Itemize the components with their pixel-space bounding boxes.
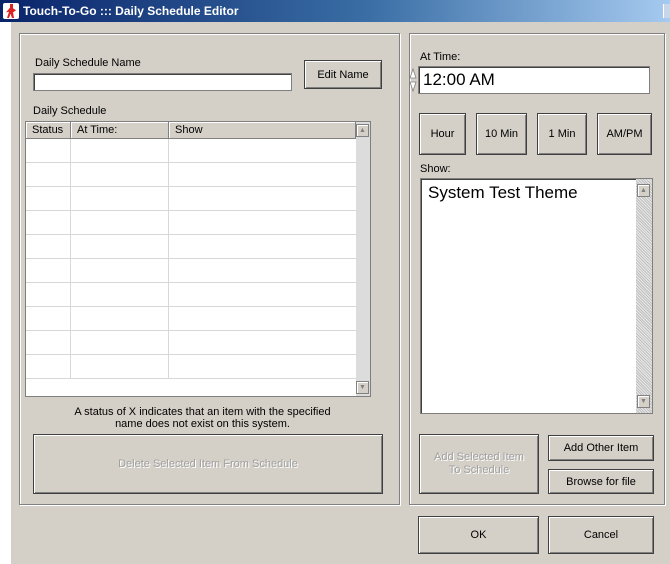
cell-status xyxy=(26,259,71,283)
cell-status xyxy=(26,331,71,355)
add-selected-item-button[interactable]: Add Selected Item To Schedule xyxy=(419,434,539,494)
cell-show xyxy=(169,259,356,283)
add-selected-line2: To Schedule xyxy=(448,464,510,476)
cell-status xyxy=(26,163,71,187)
cell-show xyxy=(169,331,356,355)
table-row[interactable] xyxy=(26,259,356,283)
hour-button[interactable]: Hour xyxy=(419,113,466,155)
add-other-item-button[interactable]: Add Other Item xyxy=(548,435,654,461)
cell-time xyxy=(71,235,169,259)
spin-arrows-icon[interactable] xyxy=(409,66,417,94)
table-row[interactable] xyxy=(26,139,356,163)
schedule-name-label: Daily Schedule Name xyxy=(35,57,141,69)
cell-status xyxy=(26,187,71,211)
cell-status xyxy=(26,139,71,163)
close-button[interactable] xyxy=(663,4,670,18)
status-note-line2: name does not exist on this system. xyxy=(115,418,290,430)
status-note-line1: A status of X indicates that an item wit… xyxy=(74,406,331,418)
cell-time xyxy=(71,331,169,355)
cell-status xyxy=(26,307,71,331)
cell-show xyxy=(169,307,356,331)
cancel-button[interactable]: Cancel xyxy=(548,516,654,554)
scroll-up-arrow-icon[interactable]: ▲ xyxy=(637,184,650,197)
table-row[interactable] xyxy=(26,283,356,307)
schedule-name-input[interactable] xyxy=(33,73,292,91)
one-min-button[interactable]: 1 Min xyxy=(537,113,587,155)
table-row[interactable] xyxy=(26,163,356,187)
cell-time xyxy=(71,187,169,211)
column-show[interactable]: Show xyxy=(169,122,356,138)
ok-button[interactable]: OK xyxy=(418,516,539,554)
ampm-button[interactable]: AM/PM xyxy=(597,113,652,155)
cell-status xyxy=(26,355,71,379)
column-status[interactable]: Status xyxy=(26,122,71,138)
cell-time xyxy=(71,283,169,307)
touch-to-go-figure-icon xyxy=(3,3,19,19)
cell-show xyxy=(169,283,356,307)
cell-show xyxy=(169,211,356,235)
table-row[interactable] xyxy=(26,307,356,331)
edit-name-button[interactable]: Edit Name xyxy=(304,60,382,89)
cell-time xyxy=(71,259,169,283)
delete-selected-button[interactable]: Delete Selected Item From Schedule xyxy=(33,434,383,494)
cell-show xyxy=(169,187,356,211)
table-row[interactable] xyxy=(26,331,356,355)
cell-time xyxy=(71,307,169,331)
table-row[interactable] xyxy=(26,235,356,259)
time-field[interactable] xyxy=(418,66,650,94)
scroll-down-arrow-icon[interactable]: ▼ xyxy=(637,395,650,408)
cell-time xyxy=(71,355,169,379)
show-label: Show: xyxy=(420,163,451,175)
table-row[interactable] xyxy=(26,355,356,379)
daily-schedule-label: Daily Schedule xyxy=(33,105,107,117)
show-list-scrollbar[interactable]: ▲ ▼ xyxy=(636,179,652,413)
cell-show xyxy=(169,139,356,163)
table-row[interactable] xyxy=(26,187,356,211)
table-row[interactable] xyxy=(26,211,356,235)
scroll-up-arrow-icon[interactable]: ▲ xyxy=(356,124,369,137)
window-title: Touch-To-Go ::: Daily Schedule Editor xyxy=(23,4,239,18)
cell-show xyxy=(169,163,356,187)
schedule-table[interactable]: Status At Time: Show ▲ ▼ xyxy=(25,121,371,397)
status-note: A status of X indicates that an item wit… xyxy=(40,406,365,430)
cell-time xyxy=(71,163,169,187)
cell-status xyxy=(26,283,71,307)
cell-time xyxy=(71,211,169,235)
cell-status xyxy=(26,235,71,259)
ten-min-button[interactable]: 10 Min xyxy=(476,113,527,155)
cell-status xyxy=(26,211,71,235)
at-time-label: At Time: xyxy=(420,51,461,63)
cell-show xyxy=(169,355,356,379)
title-bar[interactable]: Touch-To-Go ::: Daily Schedule Editor xyxy=(0,0,670,22)
browse-for-file-button[interactable]: Browse for file xyxy=(548,469,654,494)
add-selected-line1: Add Selected Item xyxy=(434,451,524,463)
cell-show xyxy=(169,235,356,259)
column-at-time[interactable]: At Time: xyxy=(71,122,169,138)
table-header: Status At Time: Show xyxy=(26,122,356,139)
show-list-item[interactable]: System Test Theme xyxy=(428,183,578,203)
cell-time xyxy=(71,139,169,163)
table-scrollbar[interactable]: ▲ ▼ xyxy=(356,122,370,396)
scroll-down-arrow-icon[interactable]: ▼ xyxy=(356,381,369,394)
show-list[interactable]: System Test Theme ▲ ▼ xyxy=(420,178,653,414)
